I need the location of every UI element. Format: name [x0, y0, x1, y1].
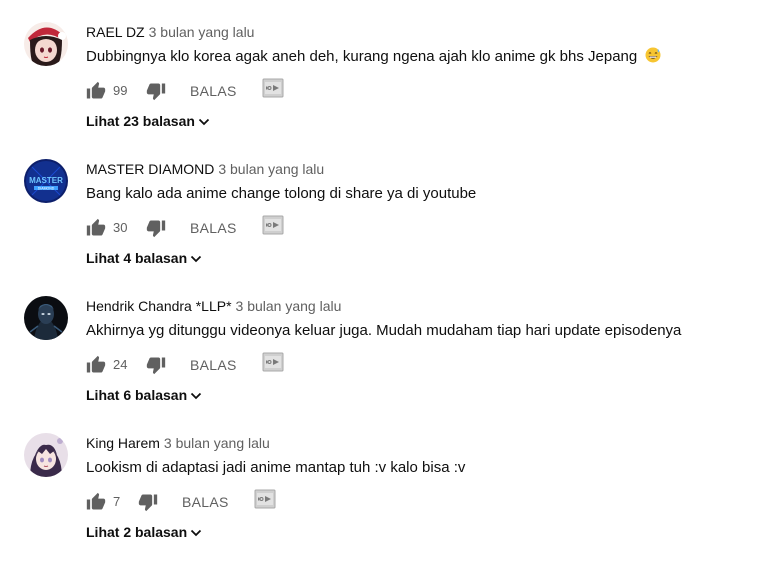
translate-extension-icon[interactable]	[262, 215, 284, 235]
anime-character-avatar	[24, 433, 68, 477]
author-name[interactable]: King Harem	[86, 435, 160, 451]
comment-text: Lookism di adaptasi jadi anime mantap tu…	[86, 458, 465, 478]
comment-body: Dubbingnya klo korea agak aneh deh, kura…	[86, 48, 638, 65]
comment-toolbar: 7 BALAS	[86, 488, 386, 516]
comment-thread: RAEL DZ 3 bulan yang lalu Dubbingnya klo …	[0, 0, 771, 137]
comment-timestamp[interactable]: 3 bulan yang lalu	[218, 161, 324, 177]
chevron-down-icon	[191, 392, 202, 400]
grinning-sweat-emoji-icon	[645, 47, 661, 69]
view-replies-button[interactable]: Lihat 2 balasan	[86, 523, 202, 541]
comment-text: Akhirnya yg ditunggu videonya keluar jug…	[86, 321, 681, 341]
thumbs-up-icon[interactable]	[86, 492, 106, 512]
dark-character-avatar	[24, 296, 68, 340]
reply-button[interactable]: BALAS	[190, 356, 237, 374]
comment-thread: MASTER DIAMOND MASTER DIAMOND 3 bulan yan…	[0, 137, 771, 274]
reply-button[interactable]: BALAS	[190, 82, 237, 100]
comment-header: King Harem 3 bulan yang lalu	[86, 434, 270, 452]
view-replies-button[interactable]: Lihat 4 balasan	[86, 249, 202, 267]
comment-text: Bang kalo ada anime change tolong di sha…	[86, 184, 476, 204]
thumbs-down-icon[interactable]	[146, 81, 166, 101]
like-count: 7	[113, 494, 121, 509]
author-name[interactable]: Hendrik Chandra *LLP*	[86, 298, 232, 314]
like-count: 30	[113, 220, 128, 235]
thumbs-down-icon[interactable]	[146, 355, 166, 375]
thumbs-up-icon[interactable]	[86, 355, 106, 375]
translate-extension-icon[interactable]	[262, 78, 284, 98]
comment-timestamp[interactable]: 3 bulan yang lalu	[164, 435, 270, 451]
comment-header: MASTER DIAMOND 3 bulan yang lalu	[86, 160, 324, 178]
view-replies-label: Lihat 6 balasan	[86, 387, 188, 403]
chevron-down-icon	[191, 255, 202, 263]
author-avatar[interactable]	[24, 433, 68, 477]
view-replies-label: Lihat 23 balasan	[86, 113, 195, 129]
comment-toolbar: 24 BALAS	[86, 351, 386, 379]
chevron-down-icon	[198, 118, 210, 126]
svg-text:DIAMOND: DIAMOND	[38, 187, 55, 191]
author-name[interactable]: MASTER DIAMOND	[86, 161, 214, 177]
view-replies-button[interactable]: Lihat 6 balasan	[86, 386, 202, 404]
comment-toolbar: 30 BALAS	[86, 214, 386, 242]
thumbs-down-icon[interactable]	[138, 492, 158, 512]
anime-girl-santa-hat-avatar	[24, 22, 68, 66]
view-replies-label: Lihat 4 balasan	[86, 250, 188, 266]
view-replies-label: Lihat 2 balasan	[86, 524, 188, 540]
thumbs-down-icon[interactable]	[146, 218, 166, 238]
reply-button[interactable]: BALAS	[190, 219, 237, 237]
comments-section: RAEL DZ 3 bulan yang lalu Dubbingnya klo …	[0, 0, 771, 564]
author-avatar[interactable]: MASTER DIAMOND	[24, 159, 68, 203]
like-count: 99	[113, 83, 128, 98]
like-count: 24	[113, 357, 128, 372]
master-diamond-logo-avatar: MASTER DIAMOND	[24, 159, 68, 203]
reply-button[interactable]: BALAS	[182, 493, 229, 511]
comment-thread: King Harem 3 bulan yang lalu Lookism di a…	[0, 411, 771, 548]
thumbs-up-icon[interactable]	[86, 218, 106, 238]
comment-body: Lookism di adaptasi jadi anime mantap tu…	[86, 459, 466, 476]
author-avatar[interactable]	[24, 296, 68, 340]
comment-body: Akhirnya yg ditunggu videonya keluar jug…	[86, 322, 682, 339]
translate-extension-icon[interactable]	[262, 352, 284, 372]
thumbs-up-icon[interactable]	[86, 81, 106, 101]
comment-timestamp[interactable]: 3 bulan yang lalu	[236, 298, 342, 314]
comment-thread: Hendrik Chandra *LLP* 3 bulan yang lalu A…	[0, 274, 771, 411]
view-replies-button[interactable]: Lihat 23 balasan	[86, 112, 210, 130]
comment-header: RAEL DZ 3 bulan yang lalu	[86, 23, 254, 41]
comment-text: Dubbingnya klo korea agak aneh deh, kura…	[86, 47, 661, 69]
translate-extension-icon[interactable]	[254, 489, 276, 509]
author-name[interactable]: RAEL DZ	[86, 24, 145, 40]
comment-body: Bang kalo ada anime change tolong di sha…	[86, 185, 477, 202]
comment-header: Hendrik Chandra *LLP* 3 bulan yang lalu	[86, 297, 341, 315]
chevron-down-icon	[191, 529, 202, 537]
author-avatar[interactable]	[24, 22, 68, 66]
svg-text:MASTER: MASTER	[29, 176, 63, 185]
comment-toolbar: 99 BALAS	[86, 77, 386, 105]
comment-timestamp[interactable]: 3 bulan yang lalu	[149, 24, 255, 40]
